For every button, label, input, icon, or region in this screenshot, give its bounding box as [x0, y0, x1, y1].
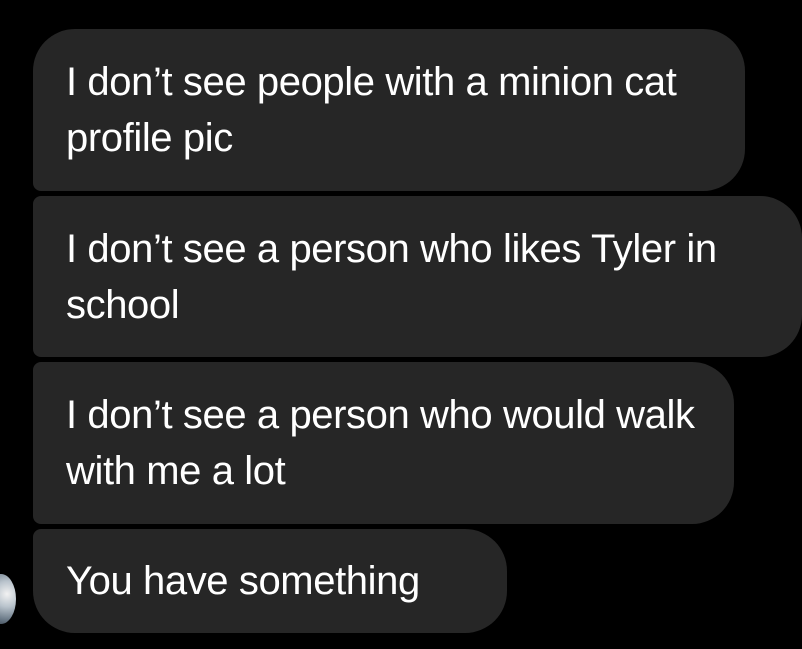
message-text: I don’t see a person who would walk with… — [66, 393, 695, 493]
message-text: You have something — [66, 559, 420, 603]
message-bubble[interactable]: I don’t see a person who likes Tyler in … — [33, 196, 802, 357]
message-text: I don’t see people with a minion cat pro… — [66, 60, 677, 160]
message-text: I don’t see a person who likes Tyler in … — [66, 226, 717, 327]
message-thread: I don’t see people with a minion cat pro… — [0, 0, 802, 649]
message-bubble[interactable]: I don’t see a person who would walk with… — [33, 362, 734, 524]
avatar[interactable] — [0, 574, 16, 624]
message-bubble[interactable]: I don’t see people with a minion cat pro… — [33, 29, 745, 191]
message-bubble[interactable]: You have something — [33, 529, 507, 633]
